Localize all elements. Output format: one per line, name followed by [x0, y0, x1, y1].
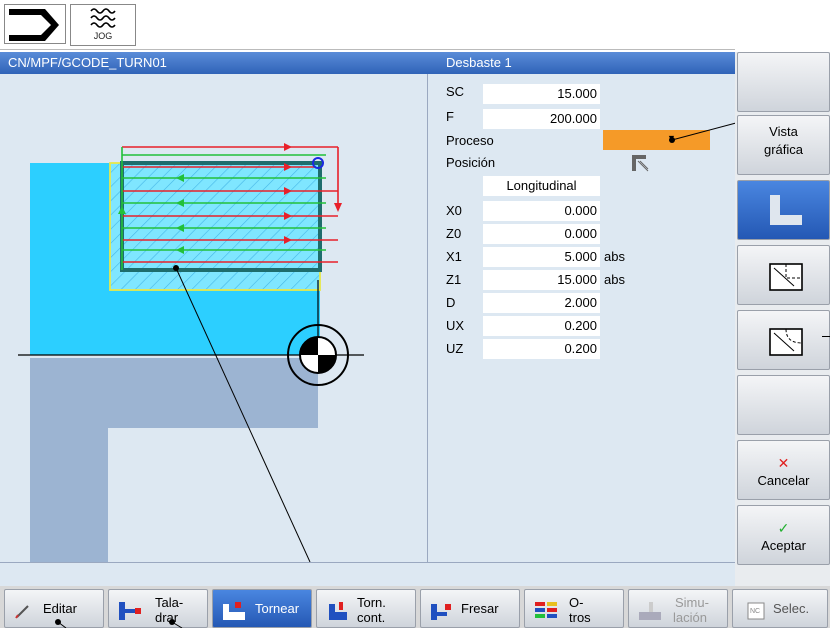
bottom-callouts — [55, 619, 183, 628]
radius-callout-line — [822, 336, 830, 337]
sc-label: SC — [446, 84, 465, 99]
vsk-6[interactable] — [737, 375, 830, 435]
cycle-graphic-view — [0, 74, 428, 563]
contour-radius-button[interactable] — [737, 310, 830, 370]
aceptar-label: Aceptar — [761, 538, 806, 553]
x0-field[interactable]: 0.000 — [483, 201, 600, 221]
program-path: CN/MPF/GCODE_TURN01 — [8, 55, 167, 70]
workpiece-shaft — [30, 428, 108, 562]
d-field[interactable]: 2.000 — [483, 293, 600, 313]
contour-corner-button[interactable] — [737, 245, 830, 305]
position-icon[interactable] — [628, 151, 654, 177]
aceptar-button[interactable]: ✓ Aceptar — [737, 505, 830, 565]
workpiece-body — [30, 358, 318, 428]
cycle-graphic — [18, 143, 364, 563]
jog-label: JOG — [93, 31, 113, 41]
corner-contour-icon — [769, 263, 803, 291]
cancelar-button[interactable]: ✕ Cancelar — [737, 440, 830, 500]
x1-unit[interactable]: abs — [604, 249, 625, 264]
z1-field[interactable]: 15.000 — [483, 270, 600, 290]
uz-field[interactable]: 0.200 — [483, 339, 600, 359]
title-bar: CN/MPF/GCODE_TURN01 Desbaste 1 — [0, 52, 735, 74]
f-label: F — [446, 109, 454, 124]
z0-label: Z0 — [446, 226, 462, 241]
vista-grafica-button[interactable]: Vista gráfica — [737, 115, 830, 175]
x0-label: X0 — [446, 203, 462, 218]
vsk-1[interactable] — [737, 52, 830, 112]
cancelar-label: Cancelar — [757, 473, 810, 488]
vista-label-1: Vista — [769, 124, 798, 139]
uz-label: UZ — [446, 341, 464, 356]
sc-field[interactable]: 15.000 — [483, 84, 600, 104]
posicion-label: Posición — [446, 155, 496, 170]
cycle-title: Desbaste 1 — [446, 55, 512, 70]
proceso-label: Proceso — [446, 133, 494, 148]
z0-field[interactable]: 0.000 — [483, 224, 600, 244]
d-label: D — [446, 295, 456, 310]
status-bar — [0, 562, 735, 586]
f-field[interactable]: 200.000 — [483, 109, 600, 129]
close-icon: ✕ — [777, 455, 790, 471]
radius-contour-icon — [769, 328, 803, 356]
checkmark-icon: ✓ — [777, 520, 790, 536]
z1-label: Z1 — [446, 272, 462, 287]
direction-field[interactable]: Longitudinal — [483, 176, 600, 196]
vista-label-2: gráfica — [763, 142, 804, 157]
contour-longitudinal-button[interactable] — [737, 180, 830, 240]
z1-unit[interactable]: abs — [604, 272, 625, 287]
machine-mode-icon — [4, 4, 66, 44]
l-shape-icon — [770, 195, 802, 225]
x1-field[interactable]: 5.000 — [483, 247, 600, 267]
ux-label: UX — [446, 318, 465, 333]
x1-label: X1 — [446, 249, 462, 264]
jog-mode-icon: JOG — [70, 4, 136, 46]
ux-field[interactable]: 0.200 — [483, 316, 600, 336]
